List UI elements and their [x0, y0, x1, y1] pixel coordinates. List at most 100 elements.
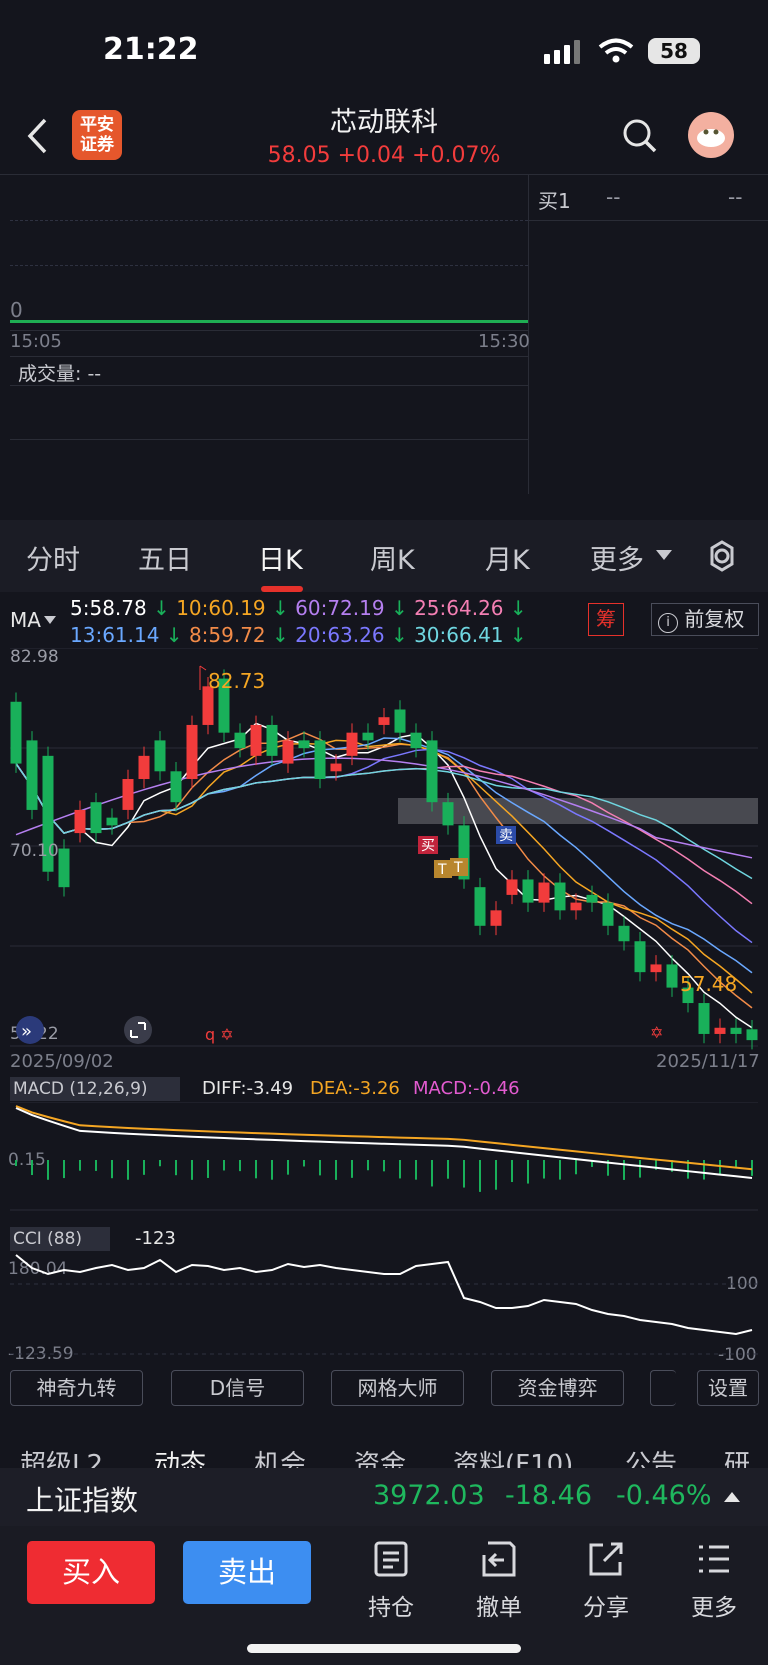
subtab-opportunity[interactable]: 机会 [254, 1444, 306, 1468]
divider [10, 330, 528, 331]
down-arrow-icon: ↓ [503, 623, 527, 647]
candle [618, 925, 630, 942]
candle [410, 732, 422, 749]
subtab-funds[interactable]: 资金 [354, 1444, 406, 1468]
candle [394, 709, 406, 733]
volume-label: 成交量: -- [18, 363, 102, 385]
ma5: 5:58.78 [70, 596, 147, 620]
down-arrow-icon: ↓ [265, 623, 296, 647]
low-label: 57.48 [680, 972, 737, 996]
index-name: 上证指数 [26, 1484, 139, 1517]
positions-label: 持仓 [368, 1595, 414, 1621]
down-arrow-icon: ↓ [384, 623, 415, 647]
subtab-dynamic[interactable]: 动态 [154, 1444, 206, 1468]
more-button[interactable]: 更多 [674, 1540, 754, 1622]
ma-row-1: 5:58.78 ↓ 10:60.19 ↓ 60:72.19 ↓ 25:64.26… [70, 596, 527, 620]
avatar[interactable] [688, 112, 734, 158]
dea-line [15, 1105, 753, 1171]
divider [0, 174, 768, 175]
index-ticker[interactable]: 上证指数 3972.03 -18.46 -0.46% [0, 1468, 768, 1526]
adjust-button[interactable]: i 前复权 [651, 603, 759, 636]
home-indicator [247, 1644, 521, 1653]
tab-monthly-k[interactable]: 月K [485, 538, 530, 577]
kline-chart[interactable]: 买 卖 T T 82.73 57.48 82.98 70.10 57.22 » … [0, 648, 768, 1068]
down-arrow-icon: ↓ [265, 596, 296, 620]
cancel-order-button[interactable]: 撤单 [459, 1540, 539, 1622]
candle [378, 717, 390, 725]
candle [314, 740, 326, 780]
ma13-line [15, 737, 753, 974]
tool-d-signal[interactable]: D信号 [171, 1370, 304, 1406]
info-icon: i [658, 613, 678, 633]
more-label: 更多 [691, 1595, 737, 1621]
macd-label[interactable]: MACD (12,26,9) [10, 1077, 180, 1101]
adjust-label: 前复权 [684, 607, 745, 631]
chevron-up-icon[interactable] [724, 1490, 740, 1502]
candle [154, 740, 166, 772]
candle [746, 1029, 758, 1041]
tool-nine-turn[interactable]: 神奇九转 [10, 1370, 143, 1406]
candle [538, 882, 550, 903]
intraday-zero: 0 [10, 298, 23, 322]
ma20: 20:63.26 [295, 623, 385, 647]
wifi-icon [598, 38, 634, 63]
ma60: 60:72.19 [295, 596, 385, 620]
ma13: 13:61.14 [70, 623, 160, 647]
tool-fund-game[interactable]: 资金博弈 [491, 1370, 624, 1406]
order-book-label: 买1 [538, 189, 571, 213]
cci-value: -123 [135, 1228, 176, 1249]
tool-settings[interactable]: 设置 [697, 1370, 759, 1406]
macd-dea: DEA:-3.26 [310, 1078, 400, 1099]
fullscreen-icon [124, 1016, 152, 1044]
cci-label[interactable]: CCI (88) [10, 1227, 110, 1251]
buy-button[interactable]: 买入 [27, 1541, 155, 1604]
subtab-announcements[interactable]: 公告 [625, 1444, 677, 1468]
high-label: 82.73 [208, 669, 265, 693]
ma-label[interactable]: MA [10, 608, 41, 632]
tab-intraday[interactable]: 分时 [26, 538, 80, 577]
tab-daily-k[interactable]: 日K [258, 538, 303, 577]
sell-button[interactable]: 卖出 [183, 1541, 311, 1604]
candle [10, 701, 22, 764]
divider [528, 220, 768, 221]
subtab-research[interactable]: 研报 [724, 1444, 768, 1468]
positions-button[interactable]: 持仓 [351, 1540, 431, 1622]
chip-button[interactable]: 筹 [588, 603, 624, 636]
share-button[interactable]: 分享 [566, 1540, 646, 1622]
ma8: 8:59.72 [188, 623, 266, 647]
sub-tabs: 超级L2 动态 机会 资金 资料(F10) 公告 研报 [0, 1418, 768, 1468]
ma30: 30:66.41 [414, 623, 504, 647]
chevron-down-icon [44, 616, 56, 624]
macd-bars [15, 1160, 753, 1192]
candle [170, 771, 182, 803]
tab-weekly-k[interactable]: 周K [370, 538, 415, 577]
intraday-line [10, 320, 528, 323]
candle [298, 740, 310, 749]
tab-more[interactable]: 更多 [590, 538, 644, 577]
tool-hidden[interactable] [650, 1370, 676, 1406]
tab-five-day[interactable]: 五日 [138, 538, 192, 577]
candle [586, 894, 598, 903]
divider [10, 439, 528, 440]
ma25: 25:64.26 [414, 596, 504, 620]
candle [266, 724, 278, 756]
tool-grid-master[interactable]: 网格大师 [331, 1370, 464, 1406]
index-change: -18.46 [505, 1480, 593, 1511]
macd-diff: DIFF:-3.49 [202, 1078, 294, 1099]
gear-icon[interactable] [706, 540, 738, 572]
macd-value: MACD:-0.46 [413, 1078, 520, 1099]
event-marker: q ✡ [205, 1025, 234, 1044]
macd-chart [10, 1102, 758, 1211]
candle [346, 732, 358, 756]
search-icon[interactable] [622, 117, 658, 155]
time-end: 15:30 [478, 331, 530, 352]
candle [522, 879, 534, 903]
tab-active-indicator [261, 586, 303, 592]
subtab-f10[interactable]: 资料(F10) [453, 1444, 573, 1468]
ma-row-2: 13:61.14 ↓ 8:59.72 ↓ 20:63.26 ↓ 30:66.41… [70, 623, 527, 647]
event-marker: ✡ [650, 1023, 663, 1042]
ma-lines [15, 722, 753, 1029]
candle [698, 1003, 710, 1034]
subtab-l2[interactable]: 超级L2 [20, 1444, 103, 1468]
sell-marker-text: 卖 [499, 828, 513, 844]
